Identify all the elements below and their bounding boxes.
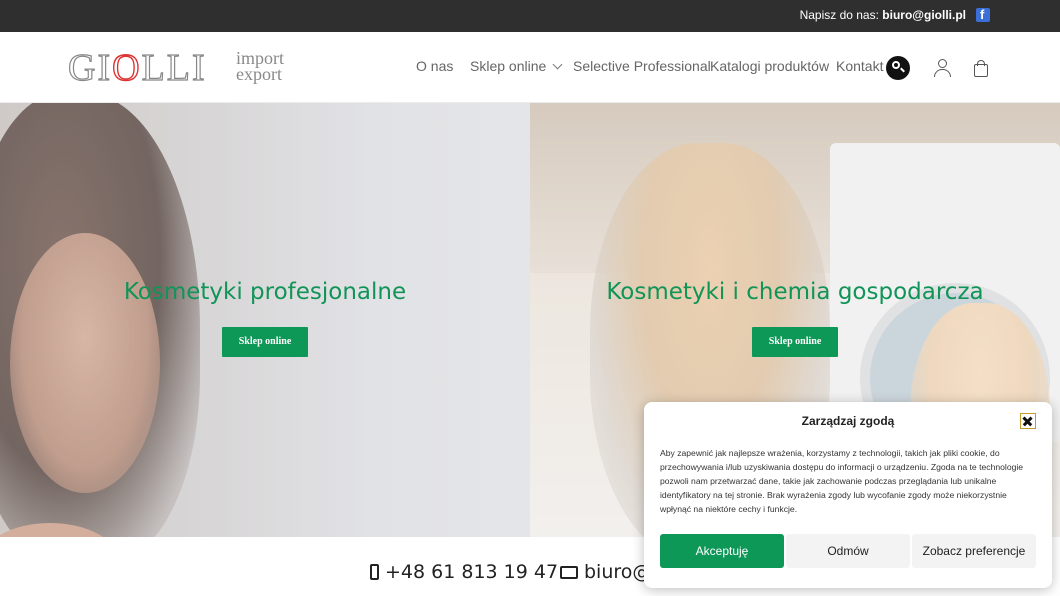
nav-item-katalogi[interactable]: Katalogi produktów bbox=[710, 58, 829, 74]
cookie-description: Aby zapewnić jak najlepsze wrażenia, kor… bbox=[660, 448, 1024, 514]
user-icon[interactable] bbox=[933, 58, 953, 78]
logo-main: GIOLLI bbox=[67, 47, 207, 89]
deny-button[interactable]: Odmów bbox=[786, 534, 910, 568]
nav-item-selective-professional[interactable]: Selective Professional bbox=[573, 58, 711, 74]
close-icon[interactable] bbox=[1020, 413, 1036, 429]
nav-item-o-nas[interactable]: O nas bbox=[416, 58, 453, 74]
shop-button-right[interactable]: Sklep online bbox=[752, 327, 838, 357]
nav-item-sklep-online-label: Sklep online bbox=[470, 58, 547, 74]
hero-title-right: Kosmetyki i chemia gospodarcza bbox=[606, 279, 984, 305]
accept-button[interactable]: Akceptuję bbox=[660, 534, 784, 568]
search-icon[interactable] bbox=[886, 56, 910, 80]
preferences-button[interactable]: Zobacz preferencje bbox=[912, 534, 1036, 568]
nav-item-kontakt[interactable]: Kontakt bbox=[836, 58, 883, 74]
site-header: GIOLLI import export O nas Sklep online … bbox=[0, 32, 1060, 103]
chevron-down-icon bbox=[552, 59, 563, 70]
facebook-icon[interactable] bbox=[976, 7, 990, 22]
hero-panel-cosmetics: Kosmetyki profesjonalne Sklep online bbox=[0, 103, 530, 537]
top-bar: Napisz do nas: biuro@giolli.pl bbox=[0, 0, 1060, 32]
logo-sub: import export bbox=[236, 49, 284, 84]
nav-item-sklep-online[interactable]: Sklep online bbox=[470, 58, 563, 74]
top-contact: Napisz do nas: biuro@giolli.pl bbox=[800, 8, 966, 22]
phone-number: +48 61 813 19 47 bbox=[385, 561, 559, 583]
bag-icon[interactable] bbox=[974, 60, 988, 77]
shop-button-left[interactable]: Sklep online bbox=[222, 327, 308, 357]
mail-icon bbox=[560, 566, 578, 579]
cookie-consent-dialog: Zarządzaj zgodą Aby zapewnić jak najleps… bbox=[644, 402, 1052, 588]
phone-icon bbox=[370, 564, 379, 580]
logo[interactable]: GIOLLI import export bbox=[67, 47, 298, 89]
phone-contact[interactable]: +48 61 813 19 47 bbox=[370, 561, 558, 583]
hero-title-left: Kosmetyki profesjonalne bbox=[123, 279, 407, 305]
contact-prefix: Napisz do nas: bbox=[799, 8, 879, 22]
cookie-title: Zarządzaj zgodą bbox=[801, 414, 895, 428]
logo-sub-export: export bbox=[236, 64, 282, 84]
contact-email-link[interactable]: biuro@giolli.pl bbox=[882, 8, 966, 22]
